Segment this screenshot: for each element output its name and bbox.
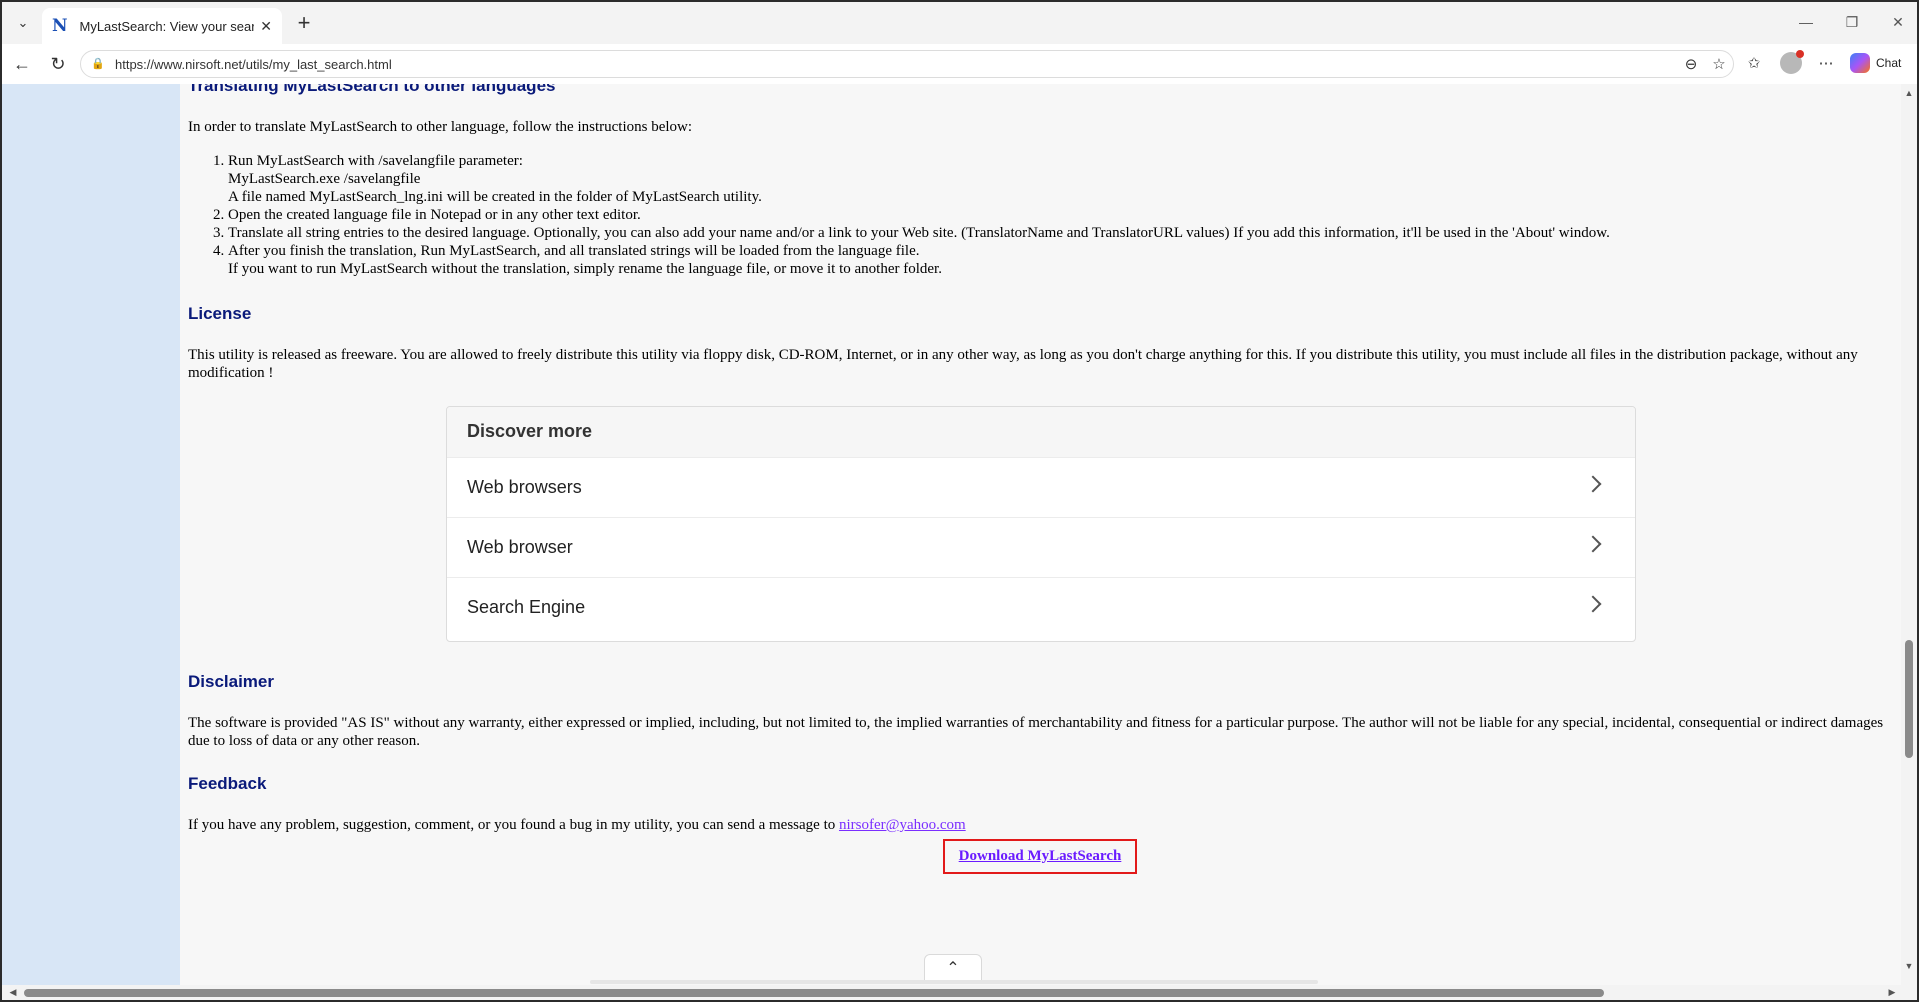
back-icon[interactable]: ← xyxy=(10,52,34,76)
chevron-right-icon xyxy=(1584,535,1602,553)
chat-label: Chat xyxy=(1876,56,1902,70)
discover-more-panel: Discover more Web browsers Web browser S… xyxy=(446,406,1636,642)
list-item: Translate all string entries to the desi… xyxy=(228,224,1610,242)
feedback-text: If you have any problem, suggestion, com… xyxy=(188,817,836,833)
list-item: After you finish the translation, Run My… xyxy=(228,242,1610,278)
lock-icon[interactable]: 🔒 xyxy=(91,57,105,71)
copilot-icon xyxy=(1850,53,1870,73)
download-link[interactable]: Download MyLastSearch xyxy=(959,848,1122,865)
chat-button[interactable]: Chat xyxy=(1850,50,1901,76)
restore-icon[interactable]: ❐ xyxy=(1840,12,1864,32)
feedback-heading: Feedback xyxy=(188,774,267,793)
window-close-icon[interactable]: ✕ xyxy=(1886,12,1910,32)
minimize-icon[interactable]: — xyxy=(1794,12,1818,32)
disclaimer-text: The software is provided "AS IS" without… xyxy=(188,715,1884,749)
horizontal-scrollbar[interactable]: ◀ ▶ xyxy=(2,985,1917,1000)
chevron-up-icon[interactable]: ⌃ xyxy=(924,954,982,982)
list-item: Run MyLastSearch with /savelangfile para… xyxy=(228,152,1610,206)
translate-heading: Translating MyLastSearch to other langua… xyxy=(188,84,556,95)
horizontal-scroll-thumb[interactable] xyxy=(24,989,1604,997)
more-icon[interactable]: ⋯ xyxy=(1814,52,1838,76)
scroll-down-arrow-icon[interactable]: ▼ xyxy=(1904,961,1914,971)
translation-steps: Run MyLastSearch with /savelangfile para… xyxy=(188,152,1610,278)
new-tab-icon[interactable]: + xyxy=(292,12,316,36)
address-bar[interactable]: 🔒 https://www.nirsoft.net/utils/my_last_… xyxy=(80,50,1734,78)
discover-title: Discover more xyxy=(447,407,1635,457)
disclaimer-heading: Disclaimer xyxy=(188,672,274,691)
page-viewport: Translating MyLastSearch to other langua… xyxy=(2,84,1917,989)
site-favicon-icon: N xyxy=(52,16,68,36)
feedback-paragraph: If you have any problem, suggestion, com… xyxy=(188,816,966,834)
reload-icon[interactable]: ↻ xyxy=(46,52,70,76)
discover-item[interactable]: Web browsers xyxy=(447,457,1635,517)
chevron-right-icon xyxy=(1584,595,1602,613)
tab-strip: ⌄ N MyLastSearch: View your search en ✕ … xyxy=(2,2,1917,44)
chevron-right-icon xyxy=(1584,475,1602,493)
email-link[interactable]: nirsofer@yahoo.com xyxy=(839,817,966,833)
scroll-right-arrow-icon[interactable]: ▶ xyxy=(1887,987,1897,997)
translate-intro: In order to translate MyLastSearch to ot… xyxy=(188,119,693,135)
list-item: Open the created language file in Notepa… xyxy=(228,206,1610,224)
favorites-icon[interactable]: ✩ xyxy=(1742,52,1766,76)
profile-icon[interactable] xyxy=(1780,50,1804,74)
favorite-star-icon[interactable]: ☆ xyxy=(1707,53,1731,77)
license-text: This utility is released as freeware. Yo… xyxy=(188,347,1858,381)
scroll-up-arrow-icon[interactable]: ▲ xyxy=(1904,88,1914,98)
tab-active[interactable]: N MyLastSearch: View your search en ✕ xyxy=(42,8,282,44)
left-sidebar xyxy=(2,84,180,989)
vertical-scroll-thumb[interactable] xyxy=(1905,640,1913,758)
navigation-toolbar: ← ↻ 🔒 https://www.nirsoft.net/utils/my_l… xyxy=(2,44,1917,84)
reader-icon[interactable]: ⊖ xyxy=(1679,53,1703,77)
download-highlight-box: Download MyLastSearch xyxy=(943,839,1137,874)
discover-item[interactable]: Web browser xyxy=(447,517,1635,577)
vertical-scrollbar[interactable]: ▲ ▼ xyxy=(1901,84,1917,989)
license-heading: License xyxy=(188,304,252,323)
browser-window: ⌄ N MyLastSearch: View your search en ✕ … xyxy=(0,0,1919,1002)
tab-title: MyLastSearch: View your search en xyxy=(79,18,254,34)
scroll-left-arrow-icon[interactable]: ◀ xyxy=(8,987,18,997)
close-icon[interactable]: ✕ xyxy=(260,18,272,35)
discover-item[interactable]: Search Engine xyxy=(447,577,1635,637)
tab-list-icon[interactable]: ⌄ xyxy=(12,12,34,34)
url-text[interactable]: https://www.nirsoft.net/utils/my_last_se… xyxy=(115,57,392,72)
notification-dot xyxy=(1796,50,1804,58)
bottom-bar xyxy=(590,980,1318,984)
